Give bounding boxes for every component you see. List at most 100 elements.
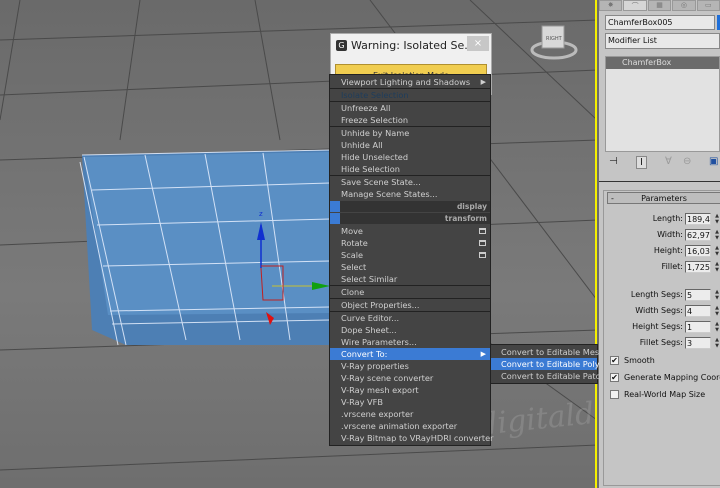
menu-item-dope-sheet[interactable]: Dope Sheet... xyxy=(330,324,490,336)
modifier-list-dropdown[interactable]: Modifier List xyxy=(605,33,720,49)
menu-item-label: Object Properties... xyxy=(341,300,420,310)
options-dialog-icon[interactable] xyxy=(479,240,486,246)
param-input[interactable]: 5 xyxy=(685,289,711,301)
param-input[interactable]: 4 xyxy=(685,305,711,317)
options-dialog-icon[interactable] xyxy=(479,252,486,258)
menu-item-label: Curve Editor... xyxy=(341,313,400,323)
menu-item-select[interactable]: Select xyxy=(330,261,490,273)
menu-item-wire-parameters[interactable]: Wire Parameters... xyxy=(330,336,490,348)
pin-stack-icon[interactable]: ⊣ xyxy=(609,156,618,167)
menu-item-v-ray-mesh-export[interactable]: V-Ray mesh export xyxy=(330,384,490,396)
param-input[interactable]: 189,471cm xyxy=(685,213,711,225)
spinner[interactable]: ▲ ▼ xyxy=(714,305,720,317)
viewcube[interactable]: RIGHT xyxy=(528,14,590,64)
perspective-viewport[interactable]: z RIGHT www.digitalders.com xyxy=(0,0,597,488)
menu-item-label: Dope Sheet... xyxy=(341,325,397,335)
menu-item-isolate-selection[interactable]: Isolate Selection xyxy=(330,89,490,101)
param-label: Height Segs: xyxy=(632,322,683,331)
motion-tab[interactable]: ◎ xyxy=(672,0,696,11)
display-tab[interactable]: ▭ xyxy=(696,0,720,11)
options-dialog-icon[interactable] xyxy=(479,228,486,234)
submenu-item-convert-to-editable-poly[interactable]: Convert to Editable Poly xyxy=(491,358,600,370)
divider xyxy=(599,181,720,182)
param-input[interactable]: 3 xyxy=(685,337,711,349)
modifier-stack: ChamferBox xyxy=(605,56,720,152)
menu-item-object-properties[interactable]: Object Properties... xyxy=(330,299,490,311)
param-input[interactable]: 62,97cm xyxy=(685,229,711,241)
submenu-item-convert-to-editable-mesh[interactable]: Convert to Editable Mesh xyxy=(491,346,604,358)
rollout-title: Parameters xyxy=(641,194,687,203)
param-input[interactable]: 1 xyxy=(685,321,711,333)
checkbox-smooth[interactable]: ✔ Smooth xyxy=(610,356,655,365)
convert-to-submenu: Convert to Editable Mesh Convert to Edita… xyxy=(490,344,605,384)
menu-item-rotate[interactable]: Rotate xyxy=(330,237,490,249)
dialog-titlebar: G Warning: Isolated Se... xyxy=(333,36,489,54)
menu-item-label: Unhide by Name xyxy=(341,128,410,138)
menu-item-move[interactable]: Move xyxy=(330,225,490,237)
menu-item-hide-selection[interactable]: Hide Selection xyxy=(330,163,490,175)
checkbox-box[interactable]: ✔ xyxy=(610,373,619,382)
param-label: Fillet Segs: xyxy=(639,338,683,347)
menu-item-scale[interactable]: Scale xyxy=(330,249,490,261)
spinner[interactable]: ▲ ▼ xyxy=(714,289,720,301)
spinner[interactable]: ▲ ▼ xyxy=(714,337,720,349)
show-end-result-icon[interactable]: Ⅰ xyxy=(636,156,647,169)
checkbox-label: Generate Mapping Coords. xyxy=(624,373,720,382)
spinner[interactable]: ▲ ▼ xyxy=(714,245,720,257)
menu-item-viewport-lighting-and-shadows[interactable]: Viewport Lighting and Shadows ▶ xyxy=(330,76,490,88)
modify-tab[interactable]: ⌒ xyxy=(623,0,647,11)
menu-item-v-ray-bitmap-to-vrayhdri-converter[interactable]: V-Ray Bitmap to VRayHDRI converter xyxy=(330,432,493,444)
param-width-segs: Width Segs: 4 ▲ ▼ xyxy=(604,305,720,318)
spinner[interactable]: ▲ ▼ xyxy=(714,321,720,333)
param-height-segs: Height Segs: 1 ▲ ▼ xyxy=(604,321,720,334)
close-button[interactable]: × xyxy=(467,36,489,51)
menu-item-unhide-by-name[interactable]: Unhide by Name xyxy=(330,127,490,139)
checkbox-label: Smooth xyxy=(624,356,655,365)
stack-item-chamferbox[interactable]: ChamferBox xyxy=(606,57,719,69)
menu-item-save-scene-state[interactable]: Save Scene State... xyxy=(330,176,490,188)
hierarchy-tab[interactable]: ▦ xyxy=(647,0,672,11)
menu-item-freeze-selection[interactable]: Freeze Selection xyxy=(330,114,490,126)
menu-item-hide-unselected[interactable]: Hide Unselected xyxy=(330,151,490,163)
menu-item-v-ray-properties[interactable]: V-Ray properties xyxy=(330,360,490,372)
menu-item-label: Freeze Selection xyxy=(341,115,409,125)
make-unique-icon[interactable]: ∀ xyxy=(665,156,672,167)
object-name-input[interactable]: ChamferBox005 xyxy=(605,15,715,30)
menu-item-convert-to[interactable]: Convert To: ▶ xyxy=(330,348,490,360)
menu-item-label: Clone xyxy=(341,287,365,297)
menu-item-vrscene-exporter[interactable]: .vrscene exporter xyxy=(330,408,490,420)
submenu-item-convert-to-editable-patch[interactable]: Convert to Editable Patch xyxy=(491,370,605,382)
menu-item-v-ray-scene-converter[interactable]: V-Ray scene converter xyxy=(330,372,490,384)
remove-modifier-icon[interactable]: ⊖ xyxy=(683,156,691,167)
parameters-rollout-header[interactable]: - Parameters xyxy=(607,192,720,204)
menu-item-label: Save Scene State... xyxy=(341,177,421,187)
menu-item-vrscene-animation-exporter[interactable]: .vrscene animation exporter xyxy=(330,420,490,432)
menu-item-unhide-all[interactable]: Unhide All xyxy=(330,139,490,151)
param-label: Length Segs: xyxy=(630,290,683,299)
menu-item-unfreeze-all[interactable]: Unfreeze All xyxy=(330,102,490,114)
create-tab[interactable]: ✸ xyxy=(599,0,623,11)
menu-item-manage-scene-states[interactable]: Manage Scene States... xyxy=(330,188,490,200)
menu-item-curve-editor[interactable]: Curve Editor... xyxy=(330,312,490,324)
param-label: Width: xyxy=(657,230,683,239)
menu-item-label: Viewport Lighting and Shadows xyxy=(341,77,471,87)
menu-item-label: V-Ray VFB xyxy=(341,397,383,407)
menu-item-clone[interactable]: Clone xyxy=(330,286,490,298)
menu-item-label: Hide Selection xyxy=(341,164,400,174)
checkbox-box[interactable]: ✔ xyxy=(610,356,619,365)
checkbox-real-world-map-size[interactable]: Real-World Map Size xyxy=(610,390,705,399)
spinner[interactable]: ▲ ▼ xyxy=(714,261,720,273)
checkbox-box[interactable] xyxy=(610,390,619,399)
menu-item-v-ray-vfb[interactable]: V-Ray VFB xyxy=(330,396,490,408)
param-input[interactable]: 16,035cm xyxy=(685,245,711,257)
menu-item-label: Wire Parameters... xyxy=(341,337,417,347)
menu-item-label: Convert To: xyxy=(341,349,388,359)
param-input[interactable]: 1,725cm xyxy=(685,261,711,273)
param-fillet: Fillet:1,725cm▲▼ xyxy=(604,261,720,274)
spinner[interactable]: ▲ ▼ xyxy=(714,229,720,241)
spinner[interactable]: ▲ ▼ xyxy=(714,213,720,225)
menu-item-select-similar[interactable]: Select Similar xyxy=(330,273,490,285)
param-label: Width Segs: xyxy=(635,306,683,315)
checkbox-generate-mapping-coords[interactable]: ✔ Generate Mapping Coords. xyxy=(610,373,720,382)
configure-modifier-sets-icon[interactable]: ▣ xyxy=(709,156,718,167)
